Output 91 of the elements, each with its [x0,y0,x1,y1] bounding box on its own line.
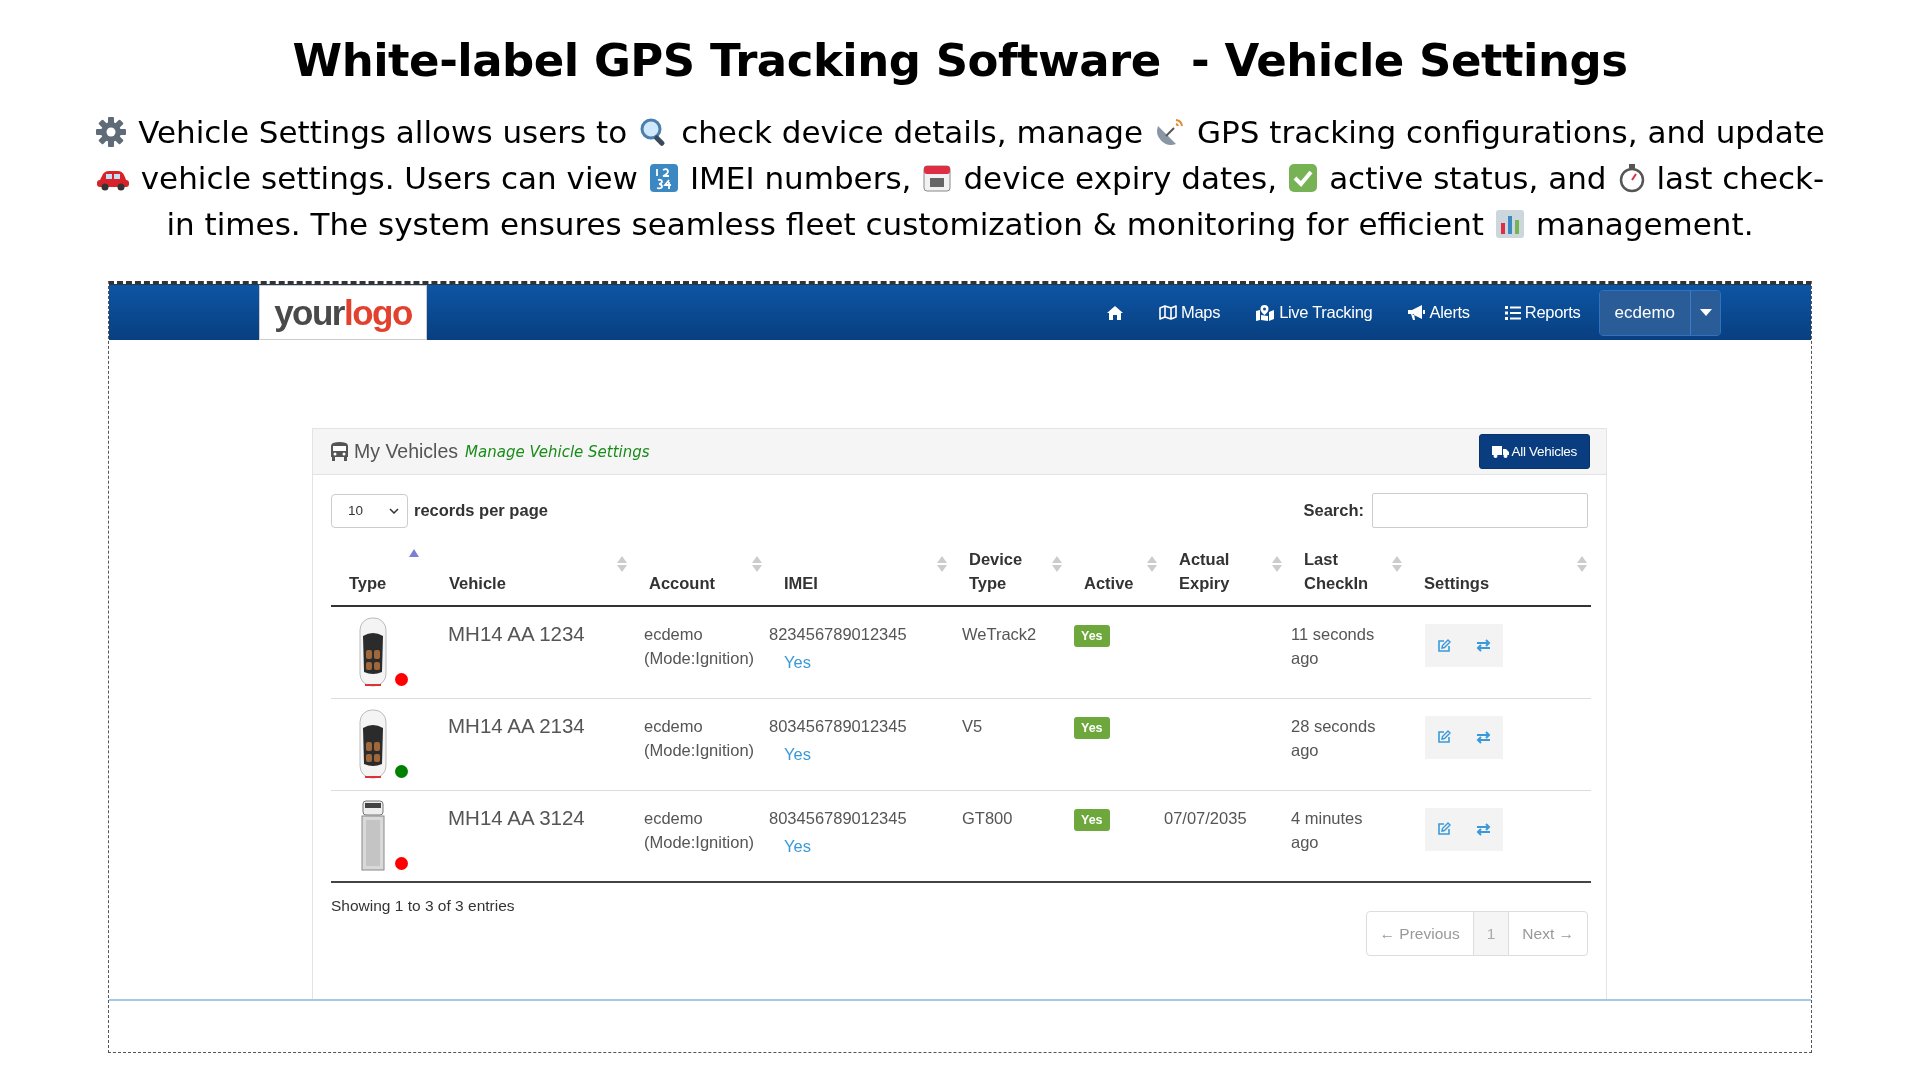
imei-number: 823456789012345 [769,625,907,643]
column-header[interactable]: Account [631,571,715,595]
description-text: device expiry dates, [963,159,1278,198]
description-text: check device details, manage [681,113,1144,152]
account-name: ecdemo [644,625,703,643]
panel-subtitle: Manage Vehicle Settings [465,442,650,461]
chevron-icon [389,507,399,514]
map-icon [1158,305,1177,320]
car-icon [358,707,388,780]
account-mode: (Mode:Ignition) [644,832,755,851]
sort-icon[interactable] [752,556,762,572]
description-text: vehicle settings. Users can view [140,159,638,198]
gear-icon [95,116,128,148]
description-text: in times. The system ensures seamless fleet customization & monitoring for efficient [166,205,1484,244]
van-icon [358,799,388,872]
list-icon [1504,305,1521,320]
account-mode: (Mode:Ignition) [644,649,755,667]
last-checkin: 11 seconds ago [1291,624,1376,669]
bus-icon [331,442,348,461]
page-title: White-label GPS Tracking Software - Vehicle Settings [292,34,1628,87]
active-badge: Yes [1074,716,1110,739]
nav-link[interactable]: Alerts [1407,303,1470,322]
numbers-icon [648,163,679,193]
nav-link[interactable]: Maps [1158,303,1221,322]
user-button[interactable]: ecdemo [1599,290,1690,335]
device-type: WeTrack2 [962,625,1037,643]
column-header[interactable]: Actual Expiry [1161,547,1239,595]
device-type: V5 [962,716,983,735]
panel-title: My Vehicles [354,440,459,463]
imei-number: 803456789012345 [769,808,907,827]
edit-icon [1437,822,1452,836]
search-field[interactable] [1372,493,1588,528]
last-checkin: 4 minutes ago [1291,807,1364,853]
description-text: active status, and [1329,159,1607,198]
vehicle-number: MH14 AA 1234 [448,622,585,645]
sort-icon[interactable] [937,556,947,572]
device-type: GT800 [962,808,1013,827]
sort-ascending-icon[interactable] [409,549,419,557]
caret-button[interactable] [1690,290,1720,335]
caret-icon [1699,309,1712,316]
column-header[interactable]: Device Type [951,547,1029,595]
logo[interactable]: yourlogo [259,285,427,340]
expiry-date: 07/07/2035 [1164,808,1247,827]
description-text: management. [1536,205,1754,244]
account-name: ecdemo [644,808,703,827]
home-icon [1105,304,1124,321]
map-pin-icon [1255,304,1276,321]
description-text: Vehicle Settings allows users to [138,113,628,152]
car-icon [358,616,388,688]
swap-icon [1475,822,1491,836]
page-size-select[interactable]: 10 [331,493,408,528]
stopwatch-icon [1617,163,1646,193]
all-vehicles-button[interactable]: All Vehicles [1478,434,1590,469]
description-text: IMEI numbers, [689,159,912,198]
swap-icon [1475,730,1491,744]
edit-icon [1437,730,1452,744]
account-name: ecdemo [644,716,703,735]
account-mode: (Mode:Ignition) [644,740,755,759]
search-label: Search: [1303,501,1364,520]
sort-icon[interactable] [1147,556,1157,572]
column-header[interactable]: Vehicle [431,571,509,595]
sort-icon[interactable] [617,556,627,572]
vehicle-number: MH14 AA 2134 [448,713,585,737]
column-header[interactable]: Last CheckIn [1286,547,1369,595]
checkmark-icon [1288,163,1319,193]
sort-icon[interactable] [1392,556,1402,572]
home-link[interactable] [1105,304,1124,321]
vehicle-number: MH14 AA 3124 [448,805,585,829]
active-badge: Yes [1074,625,1110,647]
calendar-icon [922,163,953,193]
imei-number: 803456789012345 [769,716,907,735]
entries-info: Showing 1 to 3 of 3 entries [331,897,515,916]
description-text: last check- [1656,159,1825,198]
column-header[interactable]: Active [1066,571,1144,595]
active-badge: Yes [1074,808,1110,831]
swap-icon [1475,639,1491,652]
edit-icon [1437,638,1452,653]
nav-link[interactable]: Reports [1504,303,1581,322]
sort-icon[interactable] [1577,556,1587,572]
page-size-label: records per page [414,501,548,520]
sort-icon[interactable] [1272,556,1282,572]
truck-icon [1491,445,1509,458]
column-header[interactable]: Settings [1406,571,1490,595]
column-header[interactable]: Type [331,571,409,595]
megaphone-icon [1407,304,1426,321]
bar-chart-icon [1495,209,1525,239]
nav-link[interactable]: Live Tracking [1255,303,1373,322]
sort-icon[interactable] [1052,556,1062,572]
description-text: GPS tracking configurations, and update [1197,113,1825,152]
last-checkin: 28 seconds ago [1291,715,1377,761]
column-header[interactable]: IMEI [766,571,844,595]
